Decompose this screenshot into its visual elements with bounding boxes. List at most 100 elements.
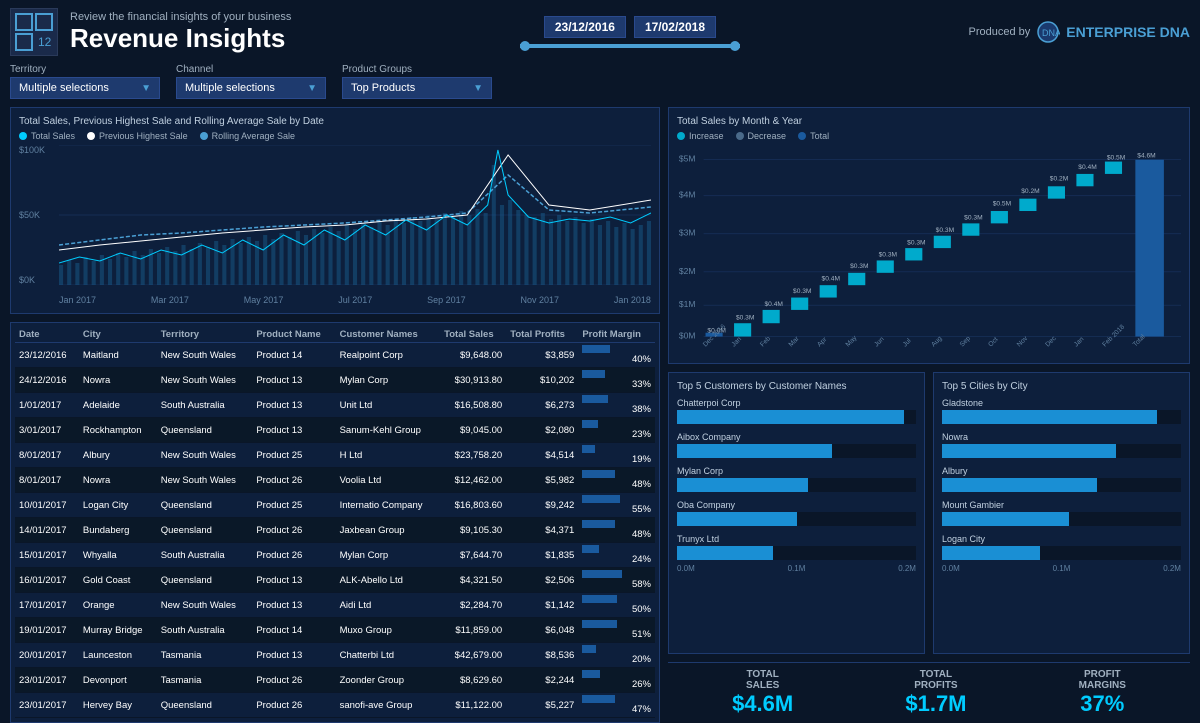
- table-cell: H Ltd: [336, 443, 441, 468]
- profit-margin-bar: [582, 395, 608, 403]
- table-cell: 48%: [578, 518, 655, 543]
- legend-total-sales: Total Sales: [19, 131, 75, 141]
- table-body: 23/12/2016MaitlandNew South WalesProduct…: [15, 343, 655, 718]
- table-cell: Product 26: [252, 518, 335, 543]
- line-chart-section: Total Sales, Previous Highest Sale and R…: [10, 107, 660, 314]
- table-cell: 10/01/2017: [15, 493, 79, 518]
- col-product: Product Name: [252, 327, 335, 343]
- svg-text:$0.3M: $0.3M: [850, 263, 868, 270]
- table-cell: $4,514: [506, 443, 578, 468]
- waterfall-section: Total Sales by Month & Year Increase Dec…: [668, 107, 1190, 364]
- table-cell: $8,629.60: [440, 668, 506, 693]
- svg-text:$0.3M: $0.3M: [936, 227, 954, 234]
- data-table-section: Date City Territory Product Name Custome…: [10, 322, 660, 723]
- table-cell: 51%: [578, 618, 655, 643]
- city-bar-row: Albury: [942, 466, 1181, 492]
- bar-fill: [942, 546, 1040, 560]
- left-panel: Total Sales, Previous Highest Sale and R…: [10, 107, 660, 723]
- table-cell: Product 26: [252, 693, 335, 718]
- table-cell: New South Wales: [157, 343, 253, 368]
- table-cell: $6,273: [506, 393, 578, 418]
- right-panel: Total Sales by Month & Year Increase Dec…: [668, 107, 1190, 723]
- city-x-labels: 0.0M 0.1M 0.2M: [942, 564, 1181, 573]
- territory-arrow: ▼: [141, 83, 151, 94]
- brand-name: ENTERPRISE DNA: [1066, 24, 1190, 40]
- profit-margin-bar: [582, 645, 596, 653]
- customer-bar-row: Mylan Corp: [677, 466, 916, 492]
- date-start[interactable]: 23/12/2016: [544, 16, 626, 38]
- table-cell: 3/01/2017: [15, 418, 79, 443]
- col-profits: Total Profits: [506, 327, 578, 343]
- slider-handle-left[interactable]: [520, 41, 530, 51]
- table-row: 23/01/2017DevonportTasmaniaProduct 26Zoo…: [15, 668, 655, 693]
- channel-select[interactable]: Multiple selections ▼: [176, 77, 326, 99]
- profit-margin-bar: [582, 695, 614, 703]
- channel-label: Channel: [176, 64, 326, 75]
- product-groups-arrow: ▼: [473, 83, 483, 94]
- bar-label: Trunyx Ltd: [677, 534, 916, 544]
- customer-x-labels: 0.0M 0.1M 0.2M: [677, 564, 916, 573]
- table-cell: New South Wales: [157, 443, 253, 468]
- table-cell: $8,536: [506, 643, 578, 668]
- table-row: 17/01/2017OrangeNew South WalesProduct 1…: [15, 593, 655, 618]
- table-row: 3/01/2017RockhamptonQueenslandProduct 13…: [15, 418, 655, 443]
- table-cell: $5,982: [506, 468, 578, 493]
- table-cell: $5,227: [506, 693, 578, 718]
- header-right: Produced by DNA ENTERPRISE DNA: [969, 20, 1190, 44]
- metric-total-profits-value: $1.7M: [905, 691, 966, 717]
- table-cell: Muxo Group: [336, 618, 441, 643]
- col-date: Date: [15, 327, 79, 343]
- table-cell: 33%: [578, 368, 655, 393]
- top-customers-title: Top 5 Customers by Customer Names: [677, 381, 916, 392]
- table-row: 10/01/2017Logan CityQueenslandProduct 25…: [15, 493, 655, 518]
- table-cell: Product 25: [252, 493, 335, 518]
- table-cell: 23/12/2016: [15, 343, 79, 368]
- table-cell: Hervey Bay: [79, 693, 157, 718]
- table-row: 14/01/2017BundabergQueenslandProduct 26J…: [15, 518, 655, 543]
- product-groups-filter: Product Groups Top Products ▼: [342, 64, 492, 99]
- table-cell: Whyalla: [79, 543, 157, 568]
- line-chart-y-labels: $100K $50K $0K: [19, 145, 55, 285]
- svg-text:Aug: Aug: [930, 335, 944, 349]
- table-cell: $11,859.00: [440, 618, 506, 643]
- slider-handle-right[interactable]: [730, 41, 740, 51]
- product-groups-select[interactable]: Top Products ▼: [342, 77, 492, 99]
- customer-bar-row: Oba Company: [677, 500, 916, 526]
- profit-margin-bar: [582, 420, 598, 428]
- main-content: Total Sales, Previous Highest Sale and R…: [10, 107, 1190, 723]
- table-cell: Logan City: [79, 493, 157, 518]
- legend-rolling-avg: Rolling Average Sale: [200, 131, 295, 141]
- channel-filter: Channel Multiple selections ▼: [176, 64, 326, 99]
- bar-fill: [677, 546, 773, 560]
- table-cell: Queensland: [157, 418, 253, 443]
- bar-track: [942, 512, 1181, 526]
- table-cell: New South Wales: [157, 468, 253, 493]
- svg-text:$4.6M: $4.6M: [1137, 153, 1155, 160]
- table-cell: $30,913.80: [440, 368, 506, 393]
- customer-bar-row: Chatterpoi Corp: [677, 398, 916, 424]
- bar-label: Nowra: [942, 432, 1181, 442]
- bar-label: Chatterpoi Corp: [677, 398, 916, 408]
- svg-text:$4M: $4M: [679, 190, 696, 200]
- table-cell: 14/01/2017: [15, 518, 79, 543]
- date-end[interactable]: 17/02/2018: [634, 16, 716, 38]
- table-cell: Queensland: [157, 518, 253, 543]
- wf-legend-increase: Increase: [677, 131, 724, 141]
- svg-text:Feb: Feb: [759, 335, 772, 348]
- table-row: 8/01/2017NowraNew South WalesProduct 26V…: [15, 468, 655, 493]
- bar-fill: [677, 478, 808, 492]
- table-cell: 55%: [578, 493, 655, 518]
- profit-margin-bar: [582, 670, 600, 678]
- profit-margin-bar: [582, 445, 595, 453]
- date-slider[interactable]: [520, 44, 740, 48]
- table-cell: $4,321.50: [440, 568, 506, 593]
- svg-text:$0.2M: $0.2M: [1050, 176, 1068, 183]
- table-cell: Product 25: [252, 443, 335, 468]
- bar-fill: [677, 410, 904, 424]
- bar-track: [677, 410, 916, 424]
- territory-select[interactable]: Multiple selections ▼: [10, 77, 160, 99]
- table-row: 16/01/2017Gold CoastQueenslandProduct 13…: [15, 568, 655, 593]
- channel-arrow: ▼: [307, 83, 317, 94]
- table-cell: Product 26: [252, 543, 335, 568]
- table-cell: 19/01/2017: [15, 618, 79, 643]
